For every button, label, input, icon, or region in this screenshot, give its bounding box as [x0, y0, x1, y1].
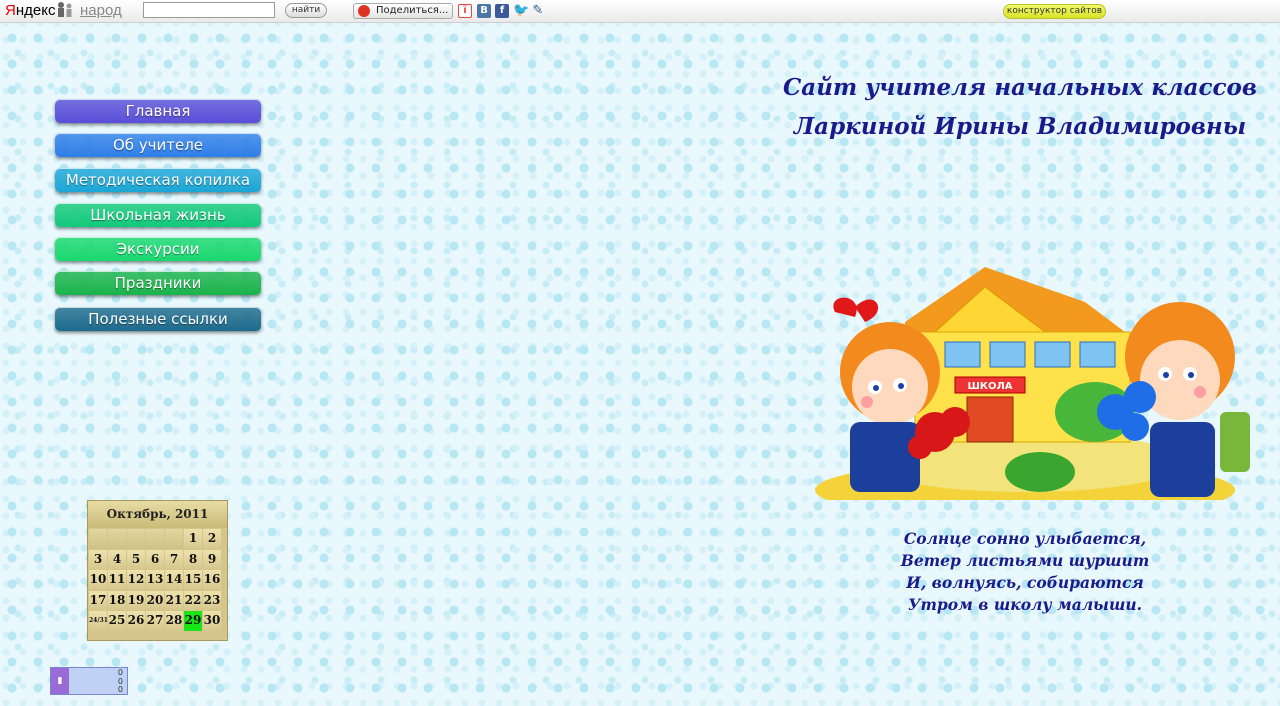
yandex-narod-toolbar: Яндекс народ найти Поделиться... ї B f 🐦…: [0, 0, 1280, 23]
calendar-day[interactable]: 1: [184, 529, 202, 549]
poem: Солнце сонно улыбается, Ветер листьями ш…: [860, 528, 1190, 616]
calendar-day[interactable]: 20: [146, 590, 164, 611]
calendar-empty-cell: [108, 529, 126, 549]
calendar-day[interactable]: 29: [184, 611, 202, 631]
calendar-day[interactable]: 30: [203, 611, 221, 631]
poem-line: Солнце сонно улыбается,: [903, 529, 1147, 548]
poem-line: И, волнуясь, собираются: [906, 573, 1144, 592]
calendar-day[interactable]: 16: [203, 570, 221, 590]
calendar-day[interactable]: 4: [108, 549, 126, 570]
twitter-icon[interactable]: 🐦: [513, 4, 529, 18]
livejournal-icon[interactable]: ✎: [531, 4, 545, 18]
vkontakte-icon[interactable]: B: [477, 4, 491, 18]
calendar-day[interactable]: 25: [108, 611, 126, 631]
school-children-illustration: ШКОЛА: [815, 267, 1250, 500]
facebook-icon[interactable]: f: [495, 4, 509, 18]
poem-line: Ветер листьями шуршит: [900, 551, 1150, 570]
nav-item-excursions[interactable]: Экскурсии: [55, 237, 261, 261]
calendar-day[interactable]: 21: [165, 590, 183, 611]
calendar-day[interactable]: 24/31: [89, 611, 108, 631]
calendar-grid: 1 2 3 4 5 6 7 8 9 10 11 12 13 14 15 16 17 18 19 20 21 22 23 24/…: [88, 528, 227, 632]
calendar-day[interactable]: 15: [184, 570, 202, 590]
calendar-day[interactable]: 2: [203, 529, 221, 549]
calendar-day[interactable]: 18: [108, 590, 126, 611]
calendar-title: Октябрь, 2011: [88, 501, 227, 528]
nav-item-methodical[interactable]: Методическая копилка: [55, 168, 261, 192]
yandex-logo-letter: Я: [5, 2, 16, 19]
calendar-day[interactable]: 11: [108, 570, 126, 590]
counter-value: 0: [117, 685, 123, 694]
site-builder-button[interactable]: конструктор сайтов: [1003, 4, 1106, 19]
counter-stats: 0 0 0: [99, 668, 123, 695]
search-button[interactable]: найти: [285, 3, 327, 18]
yandex-share-icon[interactable]: ї: [458, 4, 472, 18]
poem-line: Утром в школу малыши.: [907, 595, 1143, 614]
calendar-day[interactable]: 14: [165, 570, 183, 590]
share-icon: [358, 5, 370, 17]
site-title-line1: Сайт учителя начальных классов: [783, 74, 1257, 101]
calendar-day[interactable]: 12: [127, 570, 145, 590]
nav-item-school-life[interactable]: Школьная жизнь: [55, 203, 261, 227]
calendar-empty-cell: [146, 529, 164, 549]
calendar-widget: Октябрь, 2011 1 2 3 4 5 6 7 8 9 10 11 12 13 14 15 16 17 1…: [87, 500, 228, 641]
calendar-day[interactable]: 9: [203, 549, 221, 570]
search-input[interactable]: [143, 2, 275, 18]
calendar-day[interactable]: 28: [165, 611, 183, 631]
stats-icon: ▮: [51, 668, 69, 694]
calendar-day[interactable]: 27: [146, 611, 164, 631]
yandex-logo-text: ндекс: [15, 2, 56, 19]
yandex-logo[interactable]: Яндекс: [5, 2, 55, 19]
calendar-day[interactable]: 22: [184, 590, 202, 611]
nav-item-about-teacher[interactable]: Об учителе: [55, 133, 261, 157]
nav-item-holidays[interactable]: Праздники: [55, 271, 261, 295]
calendar-empty-cell: [165, 529, 183, 549]
calendar-day[interactable]: 7: [165, 549, 183, 570]
school-sign: ШКОЛА: [967, 381, 1012, 392]
calendar-day[interactable]: 3: [89, 549, 107, 570]
calendar-day[interactable]: 8: [184, 549, 202, 570]
calendar-day[interactable]: 26: [127, 611, 145, 631]
share-button[interactable]: Поделиться...: [353, 3, 453, 19]
calendar-empty-cell: [89, 529, 107, 549]
calendar-day[interactable]: 5: [127, 549, 145, 570]
visitor-counter[interactable]: ▮ 0 0 0: [50, 667, 128, 695]
calendar-day[interactable]: 6: [146, 549, 164, 570]
calendar-day[interactable]: 17: [89, 590, 107, 611]
site-title-line2: Ларкиной Ирины Владимировны: [793, 113, 1247, 140]
nav-item-home[interactable]: Главная: [55, 99, 261, 123]
calendar-empty-cell: [127, 529, 145, 549]
people-icon: [58, 2, 72, 17]
calendar-day[interactable]: 13: [146, 570, 164, 590]
nav-item-useful-links[interactable]: Полезные ссылки: [55, 307, 261, 331]
calendar-day[interactable]: 23: [203, 590, 221, 611]
share-button-label: Поделиться...: [376, 5, 449, 16]
calendar-day[interactable]: 19: [127, 590, 145, 611]
narod-logo[interactable]: народ: [80, 2, 122, 19]
calendar-day[interactable]: 10: [89, 570, 107, 590]
